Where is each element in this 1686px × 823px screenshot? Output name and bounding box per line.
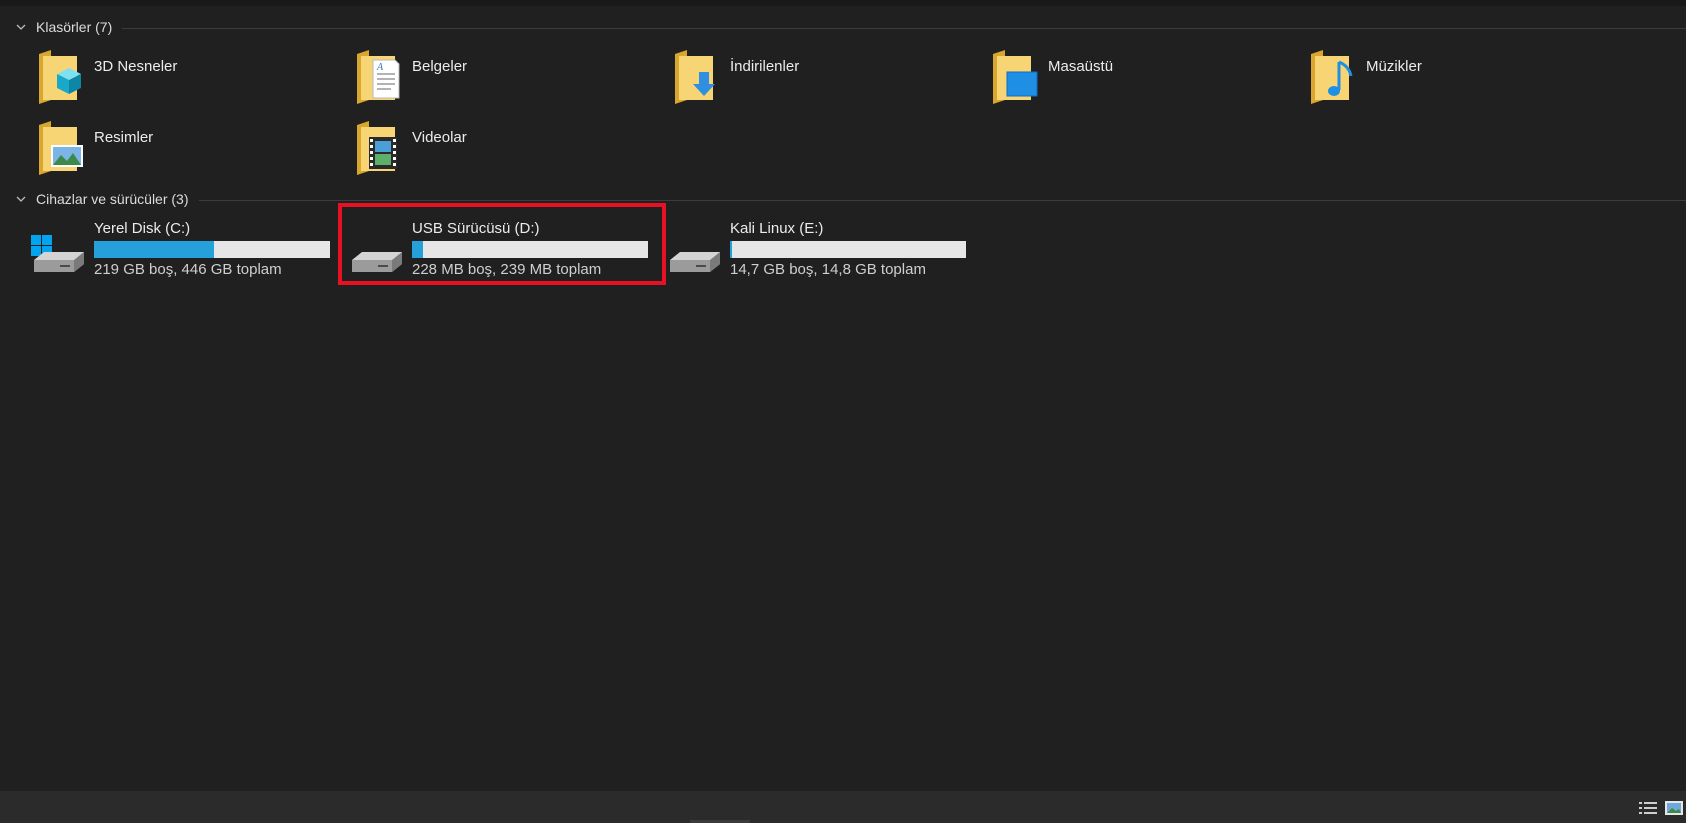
folder-item-3d-objects[interactable]: 3D Nesneler (37, 48, 297, 112)
documents-folder-icon: A (357, 50, 400, 104)
folder-label: Videolar (412, 129, 467, 146)
folder-label: Resimler (94, 129, 154, 146)
folder-item-desktop[interactable]: Masaüstü (991, 48, 1251, 112)
folder-item-pictures[interactable]: Resimler (37, 119, 297, 183)
desktop-folder-icon (993, 50, 1038, 104)
folder-item-music[interactable]: Müzikler (1309, 48, 1569, 112)
folder-label: Masaüstü (1048, 58, 1114, 75)
group-title-devices: Cihazlar ve sürücüler (3) (36, 191, 189, 207)
chevron-down-icon[interactable] (14, 192, 28, 206)
pictures-folder-icon (39, 121, 83, 175)
removable-drive-icon (670, 252, 720, 272)
large-icons-view-icon[interactable] (1664, 800, 1684, 816)
folder-item-downloads[interactable]: İndirilenler (673, 48, 933, 112)
window-top-strip (0, 0, 1686, 6)
details-view-icon[interactable] (1638, 800, 1658, 816)
folder-label: 3D Nesneler (94, 58, 178, 75)
drive-usage-fill (94, 241, 215, 258)
folder-item-videos[interactable]: Videolar (355, 119, 615, 183)
status-bar (0, 791, 1686, 823)
drive-item-c[interactable]: Yerel Disk (C:) 219 GB boş, 446 GB topla… (30, 220, 330, 284)
svg-text:A: A (376, 62, 384, 73)
drive-usage-bar (94, 241, 330, 258)
group-divider (198, 199, 1686, 201)
group-title-folders: Klasörler (7) (36, 19, 113, 35)
folder-label: İndirilenler (730, 58, 800, 75)
music-folder-icon (1311, 50, 1353, 104)
drive-usage-bar (730, 241, 966, 258)
chevron-down-icon[interactable] (14, 20, 28, 34)
group-header-folders[interactable]: Klasörler (7) (0, 15, 1686, 39)
folder-item-documents[interactable]: A Belgeler (355, 48, 615, 112)
folder-label: Müzikler (1366, 58, 1422, 75)
drive-name: Kali Linux (E:) (730, 220, 824, 237)
highlight-box (338, 203, 666, 285)
drive-name: Yerel Disk (C:) (94, 220, 191, 237)
folder-label: Belgeler (412, 58, 468, 75)
drive-capacity-text: 14,7 GB boş, 14,8 GB toplam (730, 261, 926, 278)
drive-capacity-text: 219 GB boş, 446 GB toplam (94, 261, 282, 278)
windows-drive-icon (31, 235, 84, 272)
downloads-folder-icon (675, 50, 715, 104)
group-header-devices[interactable]: Cihazlar ve sürücüler (3) (0, 187, 1686, 211)
drive-item-e[interactable]: Kali Linux (E:) 14,7 GB boş, 14,8 GB top… (666, 220, 966, 284)
videos-folder-icon (357, 121, 397, 175)
3d-objects-folder-icon (39, 50, 81, 104)
drive-usage-fill (730, 241, 732, 258)
group-divider (122, 27, 1686, 29)
